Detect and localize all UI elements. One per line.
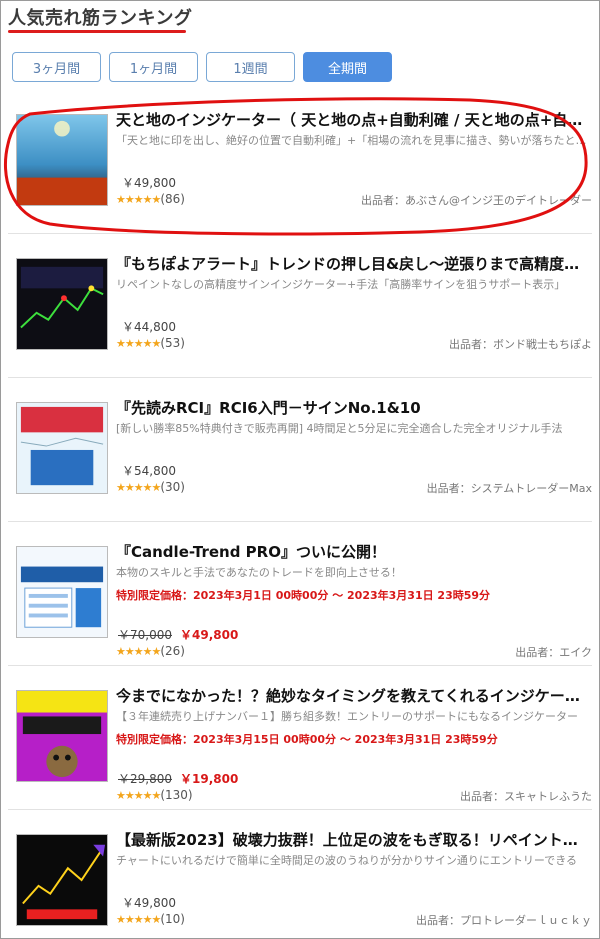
product-thumbnail[interactable] bbox=[16, 402, 108, 494]
product-thumbnail[interactable] bbox=[16, 834, 108, 926]
price-row: ￥44,800 bbox=[122, 318, 176, 335]
sale-period: 特別限定価格：2023年3月1日 00時00分 ～ 2023年3月31日 23時… bbox=[116, 589, 491, 602]
product-thumbnail[interactable] bbox=[16, 114, 108, 206]
thumbnail-image bbox=[17, 403, 107, 493]
item-info: 天と地のインジケーター（ 天と地の点+自動利確 / 天と地の点+自動利確+ロジッ… bbox=[116, 110, 588, 148]
review-count: (130) bbox=[160, 788, 193, 802]
star-rating-icon: ★★★★★ bbox=[116, 193, 161, 206]
seller-name[interactable]: 出品者：ボンド戦士もちぽよ bbox=[449, 336, 592, 352]
star-rating-icon: ★★★★★ bbox=[116, 913, 161, 926]
rating: ★★★★★(86) bbox=[116, 192, 185, 206]
product-description: 【３年連続売り上げナンバー１】勝ち組多数！エントリーのサポートにもなるインジケー… bbox=[116, 710, 578, 723]
seller-name[interactable]: 出品者：プロトレーダーｌｕｃｋｙ bbox=[416, 912, 592, 928]
original-price: ￥29,800 bbox=[118, 772, 172, 786]
product-title[interactable]: 【最新版2023】破壊力抜群！上位足の波をもぎ取る！リペイントなし bbox=[116, 830, 588, 850]
price-row: ￥29,800 ￥19,800 bbox=[118, 770, 238, 787]
rating: ★★★★★(30) bbox=[116, 480, 185, 494]
seller-name[interactable]: 出品者：システムトレーダーMax bbox=[427, 480, 592, 496]
thumbnail-image bbox=[17, 691, 107, 781]
price-row: ￥49,800 bbox=[122, 894, 176, 911]
title-underline bbox=[8, 30, 186, 33]
star-rating-icon: ★★★★ bbox=[116, 789, 152, 802]
list-item[interactable]: 天と地のインジケーター（ 天と地の点+自動利確 / 天と地の点+自動利確+ロジッ… bbox=[8, 90, 592, 234]
star-rating-icon: ★★★★★ bbox=[116, 645, 161, 658]
product-description: チャートにいれるだけで簡単に全時間足の波のうねりが分かりサイン通りにエントリーで… bbox=[116, 854, 578, 867]
price-row: ￥49,800 bbox=[122, 174, 176, 191]
product-thumbnail[interactable] bbox=[16, 690, 108, 782]
sale-price: ￥19,800 bbox=[180, 772, 239, 786]
review-count: (53) bbox=[160, 336, 185, 350]
thumbnail-image bbox=[17, 259, 107, 349]
price: ￥44,800 bbox=[122, 320, 176, 334]
price-row: ￥70,000 ￥49,800 bbox=[118, 626, 238, 643]
product-title[interactable]: 『Candle-Trend PRO』ついに公開！ bbox=[116, 542, 588, 562]
rating: ★★★★★(10) bbox=[116, 912, 185, 926]
item-info: 『もちぽよアラート』トレンドの押し目&戻し～逆張りまで高精度サイン リペイントな… bbox=[116, 254, 588, 292]
item-info: 【最新版2023】破壊力抜群！上位足の波をもぎ取る！リペイントなし チャートにい… bbox=[116, 830, 588, 868]
product-thumbnail[interactable] bbox=[16, 258, 108, 350]
tab-1-month[interactable]: 1ヶ月間 bbox=[109, 52, 198, 82]
review-count: (86) bbox=[160, 192, 185, 206]
price: ￥49,800 bbox=[122, 896, 176, 910]
product-title[interactable]: 天と地のインジケーター（ 天と地の点+自動利確 / 天と地の点+自動利確+ロジッ… bbox=[116, 110, 588, 130]
list-item[interactable]: 【最新版2023】破壊力抜群！上位足の波をもぎ取る！リペイントなし チャートにい… bbox=[8, 810, 592, 939]
star-rating-icon: ★★★★★ bbox=[116, 481, 161, 494]
tab-1-week[interactable]: 1週間 bbox=[206, 52, 295, 82]
thumbnail-image bbox=[17, 115, 107, 205]
sale-price: ￥49,800 bbox=[180, 628, 239, 642]
rating: ★★★★★(53) bbox=[116, 336, 185, 350]
ranking-header: 人気売れ筋ランキング bbox=[8, 4, 193, 33]
product-title[interactable]: 『もちぽよアラート』トレンドの押し目&戻し～逆張りまで高精度サイン bbox=[116, 254, 588, 274]
sale-period: 特別限定価格：2023年3月15日 00時00分 ～ 2023年3月31日 23… bbox=[116, 733, 498, 746]
product-description: リペイントなしの高精度サインインジケーター+手法「高勝率サインを狙うサポート表示… bbox=[116, 278, 566, 291]
product-title[interactable]: 今までになかった！？絶妙なタイミングを教えてくれるインジケーター bbox=[116, 686, 588, 706]
star-empty-icon: ★ bbox=[151, 789, 161, 802]
list-item[interactable]: 『先読みRCI』RCI6入門－サインNo.1&10 [新しい勝率85%特典付きで… bbox=[8, 378, 592, 522]
item-info: 『Candle-Trend PRO』ついに公開！ 本物のスキルと手法であなたのト… bbox=[116, 542, 588, 603]
rating: ★★★★★(130) bbox=[116, 788, 193, 802]
item-info: 今までになかった！？絶妙なタイミングを教えてくれるインジケーター 【３年連続売り… bbox=[116, 686, 588, 747]
thumbnail-image bbox=[17, 547, 107, 637]
product-title[interactable]: 『先読みRCI』RCI6入門－サインNo.1&10 bbox=[116, 398, 588, 418]
seller-name[interactable]: 出品者：エイク bbox=[515, 644, 592, 660]
price: ￥49,800 bbox=[122, 176, 176, 190]
review-count: (26) bbox=[160, 644, 185, 658]
seller-name[interactable]: 出品者：あぶさん@インジ王のデイトレーダー bbox=[361, 192, 592, 208]
product-thumbnail[interactable] bbox=[16, 546, 108, 638]
list-item[interactable]: 『もちぽよアラート』トレンドの押し目&戻し～逆張りまで高精度サイン リペイントな… bbox=[8, 234, 592, 378]
product-description: 本物のスキルと手法であなたのトレードを即向上させる！ bbox=[116, 566, 402, 579]
tab-all-time[interactable]: 全期間 bbox=[303, 52, 392, 82]
product-description: [新しい勝率85%特典付きで販売再開] 4時間足と5分足に完全適合した完全オリジ… bbox=[116, 422, 563, 435]
price: ￥54,800 bbox=[122, 464, 176, 478]
ranking-list: 天と地のインジケーター（ 天と地の点+自動利確 / 天と地の点+自動利確+ロジッ… bbox=[8, 90, 592, 939]
page-title: 人気売れ筋ランキング bbox=[8, 8, 193, 29]
seller-name[interactable]: 出品者：スキャトレふうた bbox=[460, 788, 592, 804]
list-item[interactable]: 『Candle-Trend PRO』ついに公開！ 本物のスキルと手法であなたのト… bbox=[8, 522, 592, 666]
period-tabs: 3ヶ月間 1ヶ月間 1週間 全期間 bbox=[12, 52, 392, 82]
star-rating-icon: ★★★★★ bbox=[116, 337, 161, 350]
price-row: ￥54,800 bbox=[122, 462, 176, 479]
item-info: 『先読みRCI』RCI6入門－サインNo.1&10 [新しい勝率85%特典付きで… bbox=[116, 398, 588, 436]
tab-3-months[interactable]: 3ヶ月間 bbox=[12, 52, 101, 82]
thumbnail-image bbox=[17, 835, 107, 925]
review-count: (10) bbox=[160, 912, 185, 926]
product-description: 「天と地に印を出し、絶好の位置で自動利確」+「相場の流れを見事に描き、勢いが落ち… bbox=[116, 134, 588, 147]
review-count: (30) bbox=[160, 480, 185, 494]
list-item[interactable]: 今までになかった！？絶妙なタイミングを教えてくれるインジケーター 【３年連続売り… bbox=[8, 666, 592, 810]
original-price: ￥70,000 bbox=[118, 628, 172, 642]
rating: ★★★★★(26) bbox=[116, 644, 185, 658]
